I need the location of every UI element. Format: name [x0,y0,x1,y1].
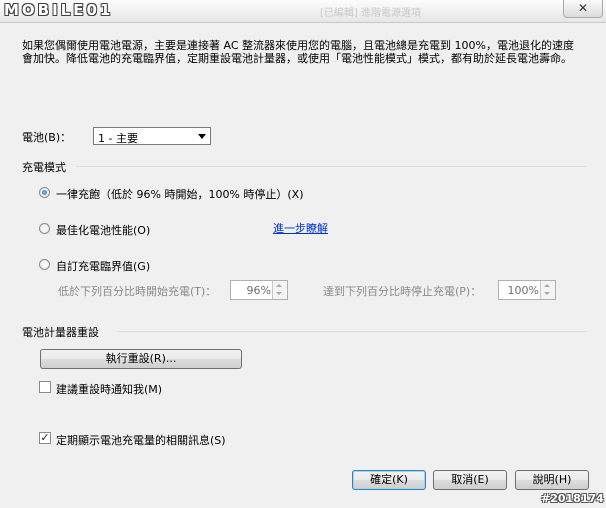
notify-label[interactable]: 建議重設時通知我(M) [56,381,162,397]
radio-always-full[interactable] [39,187,50,198]
start-charge-value: 96% [246,284,271,297]
title-bar: MOBILE01 [已編輯] 進階電源選項 ✕ [0,0,606,23]
mobile01-logo: MOBILE01 [4,1,114,19]
charge-mode-title: 充電模式 [22,161,66,174]
arrow-down-icon [276,292,282,295]
close-button[interactable]: ✕ [563,0,603,18]
ok-button[interactable]: 確定(K) [352,470,426,490]
chevron-down-icon [198,134,206,139]
intro-text: 如果您偶爾使用電池電源，主要是連接著 AC 整流器來使用您的電腦，且電池總是充電… [22,39,574,65]
start-charge-stepper[interactable]: 96% [230,280,288,300]
arrow-up-icon [276,284,282,287]
show-info-label[interactable]: 定期顯示電池充電量的相關訊息(S) [56,432,226,448]
learn-more-link[interactable]: 進一步瞭解 [273,220,328,236]
battery-select[interactable]: 1 - 主要 [93,127,211,145]
watermark: #2018174 [541,492,604,505]
window-title: [已編輯] 進階電源選項 [320,8,421,19]
divider [76,166,586,167]
arrow-down-icon [544,292,550,295]
radio-always-full-label[interactable]: 一律充飽（低於 96% 時開始，100% 時停止）(X) [56,186,304,202]
battery-select-value: 1 - 主要 [98,132,138,145]
stop-charge-label: 達到下列百分比時停止充電(P)： [323,285,482,298]
help-button[interactable]: 說明(H) [515,470,589,490]
battery-label: 電池(B)： [22,131,72,144]
close-icon: ✕ [577,1,589,15]
cancel-button[interactable]: 取消(E) [433,470,507,490]
radio-optimize-battery-label[interactable]: 最佳化電池性能(O) [56,222,150,238]
radio-custom-threshold-label[interactable]: 自訂充電臨界值(G) [56,258,150,274]
radio-custom-threshold[interactable] [39,259,50,270]
stop-charge-stepper[interactable]: 100% [498,280,556,300]
radio-optimize-battery[interactable] [39,223,50,234]
start-charge-spin-buttons[interactable] [272,281,287,299]
start-charge-label: 低於下列百分比時開始充電(T)： [58,285,217,298]
show-info-checkbox[interactable]: ✓ [39,432,51,444]
stop-charge-value: 100% [507,284,539,297]
run-reset-button[interactable]: 執行重設(R)... [40,349,242,369]
checkmark-icon: ✓ [40,431,50,444]
arrow-up-icon [544,284,550,287]
stop-charge-spin-buttons[interactable] [540,281,555,299]
gauge-reset-title: 電池計量器重設 [22,326,99,339]
divider [118,331,586,332]
notify-checkbox[interactable] [39,381,51,393]
